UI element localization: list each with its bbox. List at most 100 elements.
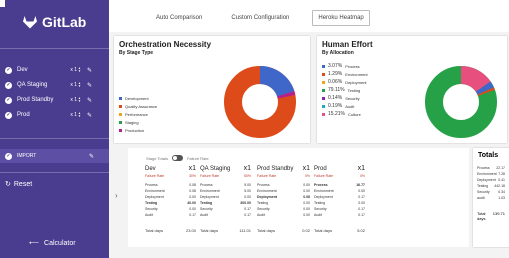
total-value: 5.02 <box>357 228 365 233</box>
env-label: QA Staging <box>17 82 48 88</box>
stage-multiplier: x1 <box>188 165 196 172</box>
human-effort-card: Human Effort By Allocation 3.07% Process … <box>317 36 507 143</box>
stage-name: Dev <box>145 166 156 172</box>
stepper-icon[interactable]: ▲ ▼ <box>78 112 81 118</box>
check-icon: ✓ <box>5 81 12 89</box>
tab-heroku-heatmap[interactable]: Heroku Heatmap <box>312 10 370 26</box>
total-label: Total days <box>257 228 276 233</box>
stage-totals-label: Stage Totals <box>146 155 168 161</box>
total-value: 23.00 <box>185 228 196 233</box>
human-effort-donut <box>425 66 497 138</box>
stepper-icon[interactable]: ▲ ▼ <box>78 67 81 73</box>
check-icon: ✓ <box>5 111 12 119</box>
legend-item: Staging <box>119 118 157 126</box>
reset-icon: ↻ <box>5 181 11 188</box>
total-label: Total days <box>477 211 486 221</box>
sidebar: GitLab ✓ Dev x 1 ▲ ▼ ✎ ✓ QA Staging x 1 ▲… <box>0 0 109 258</box>
gitlab-icon <box>23 16 37 29</box>
calculator-label: Calculator <box>44 239 76 247</box>
env-qty: x 1 <box>70 97 77 103</box>
stage-name: Prod <box>314 166 327 172</box>
env-qty: x 1 <box>70 82 77 88</box>
orchestration-legend: Development Quality Assurance Performanc… <box>119 94 157 134</box>
sidebar-env-dev[interactable]: ✓ Dev x 1 ▲ ▼ ✎ <box>5 64 105 76</box>
check-icon: ✓ <box>5 152 12 160</box>
env-label: Dev <box>17 67 28 73</box>
failure-rate-toggle[interactable] <box>171 155 183 161</box>
failure-rate-label: Failure Rate <box>314 174 334 178</box>
sidebar-env-prod[interactable]: ✓ Prod x 1 ▲ ▼ ✎ <box>5 109 105 121</box>
legend-item: Production <box>119 126 157 134</box>
import-label: IMPORT <box>17 153 37 159</box>
chevron-right-icon[interactable]: › <box>115 191 118 200</box>
failure-rate-value: 50% <box>243 174 251 178</box>
total-value: 139.71 <box>492 211 505 216</box>
stepper-icon[interactable]: ▲ ▼ <box>78 97 81 103</box>
failure-rate-value: 0% <box>359 174 365 178</box>
total-label: Total days <box>314 228 333 233</box>
reset-label: Reset <box>13 180 33 188</box>
tab-auto-comparison[interactable]: Auto Comparison <box>150 10 208 26</box>
sidebar-divider <box>0 138 109 139</box>
stage-toggle[interactable]: Stage Totals Failure Rate <box>146 155 209 161</box>
stage-column-dev: Dev x1 Failure Rate 30% Process 0.08 Enviro… <box>145 165 196 233</box>
total-value: 0.02 <box>302 228 310 233</box>
stage-multiplier: x1 <box>302 165 310 172</box>
sidebar-divider <box>0 48 109 49</box>
legend-item: 3.07% Process <box>322 62 368 70</box>
app-root: GitLab ✓ Dev x 1 ▲ ▼ ✎ ✓ QA Staging x 1 ▲… <box>0 0 509 258</box>
orchestration-card: Orchestration Necessity By Stage Type De… <box>114 36 310 143</box>
stage-column-prod-standby: Prod Standby x1 Failure Rate 0% Process 0.0… <box>257 165 310 233</box>
pencil-icon[interactable]: ✎ <box>87 112 92 119</box>
legend-item: 0.14% Security <box>322 94 368 102</box>
stage-row: Audit 0.17 <box>314 213 365 217</box>
calculator-link[interactable]: ⟵ Calculator <box>29 239 76 248</box>
legend-item: Quality Assurance <box>119 102 157 110</box>
top-strip <box>0 0 5 7</box>
pencil-icon[interactable]: ✎ <box>87 82 92 89</box>
stage-row: Audit 0.17 <box>200 213 251 217</box>
stage-name: QA Staging <box>200 166 231 172</box>
pencil-icon[interactable]: ✎ <box>87 67 92 74</box>
reset-button[interactable]: ↻ Reset <box>5 180 33 189</box>
legend-item: Development <box>119 94 157 102</box>
orchestration-donut <box>224 66 296 138</box>
sidebar-env-qa-staging[interactable]: ✓ QA Staging x 1 ▲ ▼ ✎ <box>5 79 105 91</box>
total-value: 111.01 <box>239 228 251 233</box>
arrow-left-icon: ⟵ <box>29 240 40 247</box>
human-effort-subtitle: By Allocation <box>322 50 354 56</box>
legend-item: 0.19% Audit <box>322 102 368 110</box>
legend-item: 15.21% Culture <box>322 110 368 118</box>
logo-text: GitLab <box>42 14 87 30</box>
failure-rate-label: Failure Rate <box>145 174 165 178</box>
stage-row: Audit 0.00 <box>257 213 310 217</box>
env-qty: x 1 <box>70 67 77 73</box>
tab-custom-configuration[interactable]: Custom Configuration <box>225 10 295 26</box>
pencil-icon[interactable]: ✎ <box>87 97 92 104</box>
env-label: Prod Standby <box>17 97 54 103</box>
failure-rate-label: Failure Rate <box>257 174 277 178</box>
stage-column-qa-staging: QA Staging x1 Failure Rate 50% Process 5.00… <box>200 165 251 233</box>
env-label: Prod <box>17 112 30 118</box>
orchestration-subtitle: By Stage Type <box>119 50 154 56</box>
pencil-icon[interactable]: ✎ <box>89 153 94 160</box>
stage-row: Audit 0.17 <box>145 213 196 217</box>
totals-card: Totals Process 22.17 Environment 7.28 Depl… <box>473 148 509 247</box>
sidebar-divider <box>0 172 109 173</box>
sidebar-env-prod-standby[interactable]: ✓ Prod Standby x 1 ▲ ▼ ✎ <box>5 94 105 106</box>
total-label: Total days <box>200 228 219 233</box>
sidebar-import[interactable]: ✓ IMPORT ✎ <box>0 149 109 163</box>
tab-bar: Auto Comparison Custom Configuration Her… <box>150 10 370 26</box>
legend-item: 79.11% Testing <box>322 86 368 94</box>
totals-title: Totals <box>478 152 499 159</box>
stepper-icon[interactable]: ▲ ▼ <box>78 82 81 88</box>
total-label: Total days <box>145 228 164 233</box>
env-qty: x 1 <box>70 112 77 118</box>
stage-multiplier: x1 <box>357 165 365 172</box>
stage-name: Prod Standby <box>257 166 294 172</box>
orchestration-title: Orchestration Necessity <box>119 40 212 49</box>
human-effort-title: Human Effort <box>322 40 373 49</box>
failure-rate-value: 0% <box>304 174 310 178</box>
check-icon: ✓ <box>5 96 12 104</box>
stage-column-prod: Prod x1 Failure Rate 0% Process 16.77 Envir… <box>314 165 365 233</box>
